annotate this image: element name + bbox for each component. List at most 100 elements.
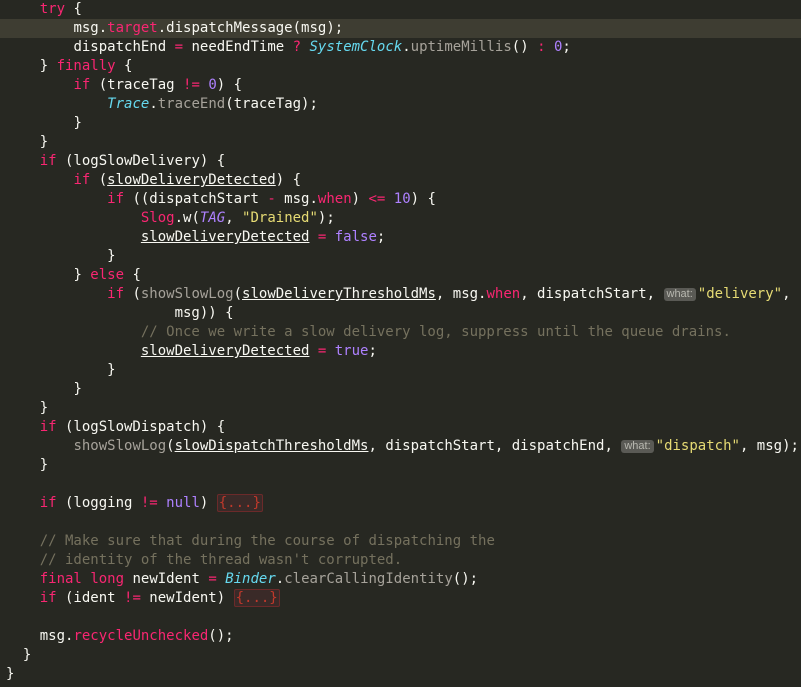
code-text: (traceTag bbox=[90, 77, 184, 93]
code-text: ) bbox=[199, 495, 217, 511]
code-line[interactable]: slowDeliveryDetected = false; bbox=[0, 228, 801, 247]
code-text: , dispatchStart, dispatchEnd, bbox=[368, 438, 622, 454]
code-line[interactable]: // Once we write a slow delivery log, su… bbox=[0, 323, 801, 342]
operator: != bbox=[183, 77, 200, 93]
code-line[interactable]: } bbox=[0, 665, 801, 684]
keyword: if bbox=[39, 495, 57, 511]
code-text: ( bbox=[191, 210, 200, 226]
code-line[interactable] bbox=[0, 608, 801, 627]
code-line[interactable]: msg.target.dispatchMessage(msg); bbox=[0, 19, 801, 38]
code-line[interactable]: if (logging != null) {...} bbox=[0, 494, 801, 513]
code-text: needEndTime bbox=[183, 39, 293, 55]
code-text: (); bbox=[208, 628, 234, 644]
code-text: } bbox=[107, 362, 116, 378]
code-text: (logging bbox=[56, 495, 141, 511]
code-line[interactable]: } bbox=[0, 361, 801, 380]
folded-region[interactable]: {...} bbox=[233, 589, 280, 607]
code-line[interactable]: // identity of the thread wasn't corrupt… bbox=[0, 551, 801, 570]
mutable-field: slowDispatchThresholdMs bbox=[174, 438, 369, 454]
code-text: (ident bbox=[56, 590, 125, 606]
code-line[interactable]: if (logSlowDelivery) { bbox=[0, 152, 801, 171]
constant: null bbox=[166, 495, 200, 511]
code-text: newIdent bbox=[124, 571, 209, 587]
code-line[interactable]: msg.recycleUnchecked(); bbox=[0, 627, 801, 646]
code-line[interactable]: } bbox=[0, 456, 801, 475]
code-line[interactable]: } bbox=[0, 247, 801, 266]
method-call: uptimeMillis bbox=[410, 39, 512, 55]
code-line[interactable]: } bbox=[0, 399, 801, 418]
code-text: msg. bbox=[39, 628, 74, 644]
code-line[interactable]: if (slowDeliveryDetected) { bbox=[0, 171, 801, 190]
code-line[interactable]: if (showSlowLog(slowDeliveryThresholdMs,… bbox=[0, 285, 801, 304]
code-line[interactable]: msg)) { bbox=[0, 304, 801, 323]
operator: ? bbox=[292, 39, 302, 55]
code-line[interactable]: if (ident != newIdent) {...} bbox=[0, 589, 801, 608]
code-line[interactable]: showSlowLog(slowDispatchThresholdMs, dis… bbox=[0, 437, 801, 456]
code-line[interactable]: if ((dispatchStart - msg.when) <= 10) { bbox=[0, 190, 801, 209]
code-text: ( bbox=[166, 438, 175, 454]
code-text: } bbox=[73, 381, 82, 397]
code-editor[interactable]: try { msg.target.dispatchMessage(msg); d… bbox=[0, 0, 801, 687]
folded-region[interactable]: {...} bbox=[216, 494, 263, 512]
comment: // identity of the thread wasn't corrupt… bbox=[39, 552, 403, 568]
code-line[interactable]: } else { bbox=[0, 266, 801, 285]
code-line[interactable]: final long newIdent = Binder.clearCallin… bbox=[0, 570, 801, 589]
code-line[interactable]: Trace.traceEnd(traceTag); bbox=[0, 95, 801, 114]
code-line[interactable] bbox=[0, 475, 801, 494]
code-line[interactable]: } bbox=[0, 380, 801, 399]
code-line[interactable]: } finally { bbox=[0, 57, 801, 76]
code-text: } bbox=[107, 248, 116, 264]
code-text: ) bbox=[351, 191, 369, 207]
code-line[interactable]: } bbox=[0, 646, 801, 665]
code-text: ; bbox=[376, 229, 386, 245]
code-text: , msg. bbox=[435, 286, 487, 302]
number-literal: 0 bbox=[208, 77, 217, 93]
code-line[interactable]: Slog.w(TAG, "Drained"); bbox=[0, 209, 801, 228]
code-text: { bbox=[124, 267, 141, 283]
operator: <= bbox=[368, 191, 386, 207]
number-literal: 10 bbox=[393, 191, 411, 207]
class-name: Binder bbox=[225, 571, 276, 587]
operator: = bbox=[208, 571, 217, 587]
code-text: , bbox=[782, 286, 791, 302]
parameter-hint: what: bbox=[663, 288, 696, 301]
code-text: . bbox=[402, 39, 411, 55]
code-text: , bbox=[225, 210, 243, 226]
code-text: } bbox=[39, 58, 57, 74]
code-line[interactable]: } bbox=[0, 133, 801, 152]
keyword: if bbox=[107, 286, 125, 302]
code-line[interactable]: dispatchEnd = needEndTime ? SystemClock.… bbox=[0, 38, 801, 57]
mutable-field: slowDeliveryThresholdMs bbox=[242, 286, 436, 302]
code-text: . bbox=[157, 20, 167, 36]
code-line[interactable]: try { bbox=[0, 0, 801, 19]
code-text: () bbox=[511, 39, 538, 55]
code-text: (traceTag); bbox=[225, 96, 318, 112]
code-text: , dispatchStart, bbox=[520, 286, 664, 302]
code-line[interactable]: // Make sure that during the course of d… bbox=[0, 532, 801, 551]
constant: true bbox=[334, 343, 369, 359]
code-line[interactable]: if (traceTag != 0) { bbox=[0, 76, 801, 95]
static-constant: TAG bbox=[199, 210, 226, 226]
code-text: ) { bbox=[275, 172, 302, 188]
code-line[interactable] bbox=[0, 513, 801, 532]
code-text: ) { bbox=[216, 77, 243, 93]
code-text: . bbox=[149, 96, 158, 112]
mutable-field: slowDeliveryDetected bbox=[140, 343, 310, 359]
keyword: long bbox=[90, 571, 125, 587]
code-text: ; bbox=[562, 39, 571, 55]
keyword: finally bbox=[56, 58, 116, 74]
class-name: SystemClock bbox=[309, 39, 403, 55]
field-name: Slog bbox=[140, 210, 175, 226]
code-line[interactable]: slowDeliveryDetected = true; bbox=[0, 342, 801, 361]
code-line[interactable]: } bbox=[0, 114, 801, 133]
code-line[interactable]: if (logSlowDispatch) { bbox=[0, 418, 801, 437]
